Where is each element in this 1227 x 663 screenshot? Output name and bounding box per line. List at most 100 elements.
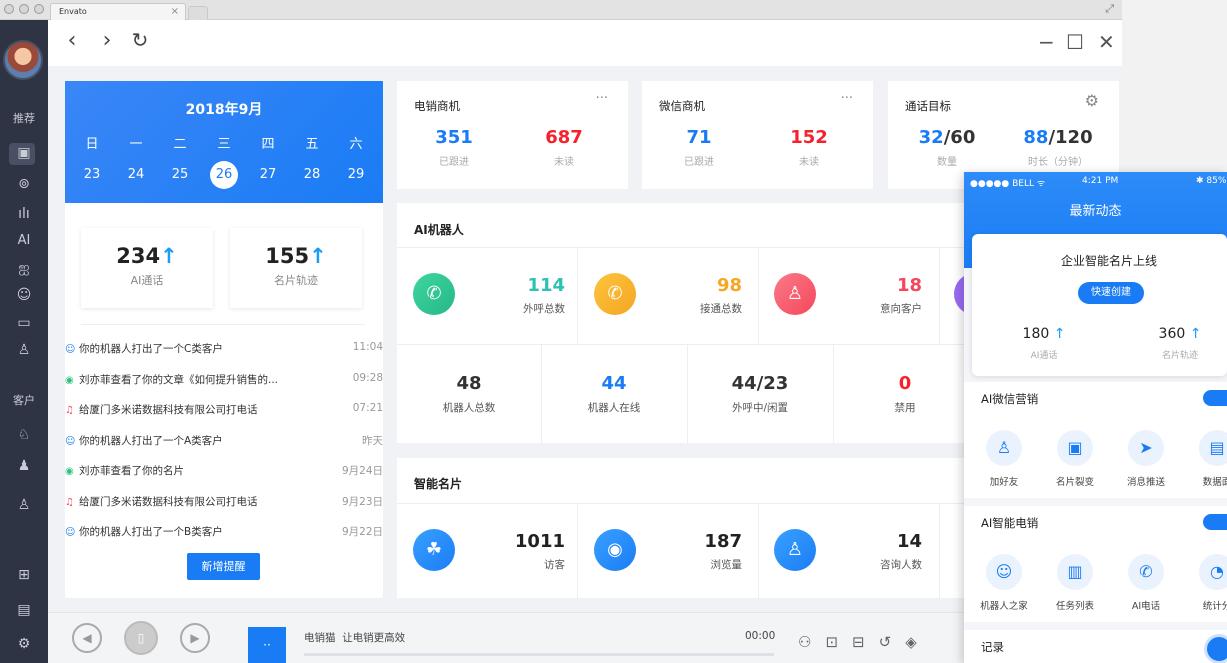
apps-grid-icon[interactable]: ⊞ (0, 567, 48, 583)
reload-icon[interactable]: ↻ (128, 28, 152, 52)
maximize-icon[interactable]: ☐ (1066, 30, 1084, 54)
feed-text: 你的机器人打出了一个A类客户 (79, 434, 223, 447)
calendar-day[interactable]: 25 (163, 167, 197, 189)
fullscreen-icon[interactable]: ⤢ (1105, 2, 1114, 16)
calendar-day-selected[interactable]: 26 (207, 161, 241, 189)
minimize-dot-icon[interactable] (19, 4, 29, 14)
wechat-icon[interactable]: ஐ (0, 260, 48, 278)
more-button[interactable] (1203, 390, 1227, 406)
data-screen-icon[interactable]: ▤ (1199, 430, 1227, 466)
day-number: 27 (259, 167, 277, 182)
dashboard-icon[interactable]: ▣ (0, 145, 48, 161)
robot-online-stat: 44 机器人在线 (544, 373, 684, 415)
new-tab-button[interactable] (188, 6, 208, 20)
avatar[interactable] (3, 40, 43, 80)
player-app-name: 电销猫 (304, 632, 336, 644)
calendar-day[interactable]: 28 (295, 167, 329, 189)
feed-item[interactable]: ◉ 刘亦菲查看了你的文章《如何提升销售的... 09:28 (65, 372, 383, 402)
more-icon[interactable]: ··· (841, 91, 853, 106)
chart-icon[interactable]: ılı (0, 206, 48, 222)
browser-tab[interactable]: Envato × (50, 3, 186, 20)
connected-total-label: 接通总数 (700, 303, 742, 315)
next-icon[interactable]: ▶ (180, 623, 210, 653)
eye-icon: ◉ (65, 466, 74, 477)
settings-gear-icon[interactable]: ⚙ (0, 636, 48, 652)
close-icon[interactable]: ✕ (1098, 30, 1115, 54)
player-tools: ⚇ ⊡ ⊟ ↺ ◈ (798, 633, 917, 651)
feed-item[interactable]: ☺ 你的机器人打出了一个A类客户 昨天 (65, 433, 383, 463)
send-icon[interactable]: ➤ (1128, 430, 1164, 466)
more-icon[interactable]: ··· (596, 91, 608, 106)
calendar-day[interactable]: 23 (75, 167, 109, 189)
chat-fab-icon[interactable] (1204, 634, 1227, 663)
add-friend-label: 加好友 (989, 477, 1019, 488)
robot-total-stat: 48 机器人总数 (399, 373, 539, 415)
sidebar-item-ai[interactable]: AI (0, 233, 48, 248)
weekday-label: 四 (261, 137, 275, 152)
player-thumbnail[interactable]: ·· (248, 627, 286, 663)
minimize-icon[interactable]: − (1038, 30, 1055, 54)
eye-icon: ◉ (594, 529, 636, 571)
zoom-dot-icon[interactable] (34, 4, 44, 14)
user-card-icon[interactable]: ♙ (0, 342, 48, 358)
prev-icon[interactable]: ◀ (72, 623, 102, 653)
customer-icon[interactable]: ♘ (0, 427, 48, 443)
message-icon[interactable]: ▭ (0, 315, 48, 331)
call-player-bar: ◀ ▯ ▶ ·· 电销猫 让电销更高效 00:00 ⚇ ⊡ ⊟ ↺ ◈ (48, 612, 1122, 663)
feed-item[interactable]: ☺ 你的机器人打出了一个B类客户 9月22日 (65, 524, 383, 554)
window-controls[interactable] (4, 4, 44, 14)
card-track-stat: 155↑ 名片轨迹 (230, 228, 362, 308)
telesales-card[interactable]: 电销商机 ··· 351 已跟进 687 未读 (397, 81, 628, 189)
robot-icon: ☺ (65, 435, 76, 447)
group-icon[interactable]: ♟ (0, 458, 48, 474)
person-icon[interactable]: ♙ (0, 497, 48, 513)
feed-item[interactable]: ♫ 给厦门多米诺数据科技有限公司打电话 9月23日 (65, 494, 383, 524)
views-value: 187 (704, 531, 742, 552)
card-split-icon[interactable]: ▣ (1057, 430, 1093, 466)
feed-item[interactable]: ◉ 刘亦菲查看了你的名片 9月24日 (65, 463, 383, 493)
phone-icon[interactable]: ▯ (124, 621, 158, 655)
tag-icon[interactable]: ◈ (905, 633, 917, 651)
lock-icon[interactable]: ⊡ (825, 633, 838, 651)
day-number: 25 (171, 167, 189, 182)
robot-icon: ☺ (65, 527, 76, 538)
feed-item[interactable]: ☺ 你的机器人打出了一个C类客户 11:04 (65, 341, 383, 371)
day-number: 26 (210, 161, 238, 189)
robot-home-icon[interactable]: ☺ (986, 554, 1022, 590)
location-icon[interactable]: ⊚ (0, 176, 48, 192)
ai-calls-label: AI通话 (1030, 351, 1058, 361)
tab-close-icon[interactable]: × (171, 6, 179, 17)
robot-icon[interactable]: ☺ (0, 287, 48, 303)
folder-icon[interactable]: ⊟ (852, 633, 865, 651)
back-icon[interactable]: ‹ (60, 28, 84, 53)
weekday-label: 五 (305, 137, 319, 152)
robot-home-label: 机器人之家 (980, 601, 1028, 612)
quick-create-button[interactable]: 快速创建 (1078, 282, 1144, 304)
layout-icon[interactable]: ▤ (0, 602, 48, 618)
weekday-label: 三 (217, 137, 231, 152)
forward-icon[interactable]: › (95, 28, 119, 53)
section-title: 记录 (981, 640, 1004, 654)
new-reminder-button[interactable]: 新增提醒 (187, 553, 260, 580)
calendar-day[interactable]: 24 (119, 167, 153, 189)
progress-bar[interactable] (304, 653, 774, 656)
transfer-icon[interactable]: ⚇ (798, 633, 811, 651)
mobile-hero-card: 企业智能名片上线 快速创建 180 ↑ AI通话 360 ↑ 名片轨迹 (972, 234, 1227, 376)
task-list-icon[interactable]: ▥ (1057, 554, 1093, 590)
feed-item[interactable]: ♫ 给厦门多米诺数据科技有限公司打电话 07:21 (65, 402, 383, 432)
ai-phone-icon[interactable]: ✆ (1128, 554, 1164, 590)
divider (81, 324, 365, 325)
intent-customer-label: 意向客户 (880, 303, 922, 315)
calendar-day[interactable]: 27 (251, 167, 285, 189)
calendar-day[interactable]: 29 (339, 167, 373, 189)
wechat-card[interactable]: 微信商机 ··· 71 已跟进 152 未读 (642, 81, 873, 189)
add-friend-icon[interactable]: ♙ (986, 430, 1022, 466)
app-navbar: ‹ › ↻ − ☐ ✕ (48, 20, 1122, 66)
close-dot-icon[interactable] (4, 4, 14, 14)
feed-time: 9月24日 (341, 465, 383, 477)
loop-icon[interactable]: ↺ (879, 633, 892, 651)
gear-icon[interactable]: ⚙ (1085, 91, 1099, 110)
stats-pie-icon[interactable]: ◔ (1199, 554, 1227, 590)
data-screen-label: 数据面 (1202, 477, 1227, 488)
more-button[interactable] (1203, 514, 1227, 530)
